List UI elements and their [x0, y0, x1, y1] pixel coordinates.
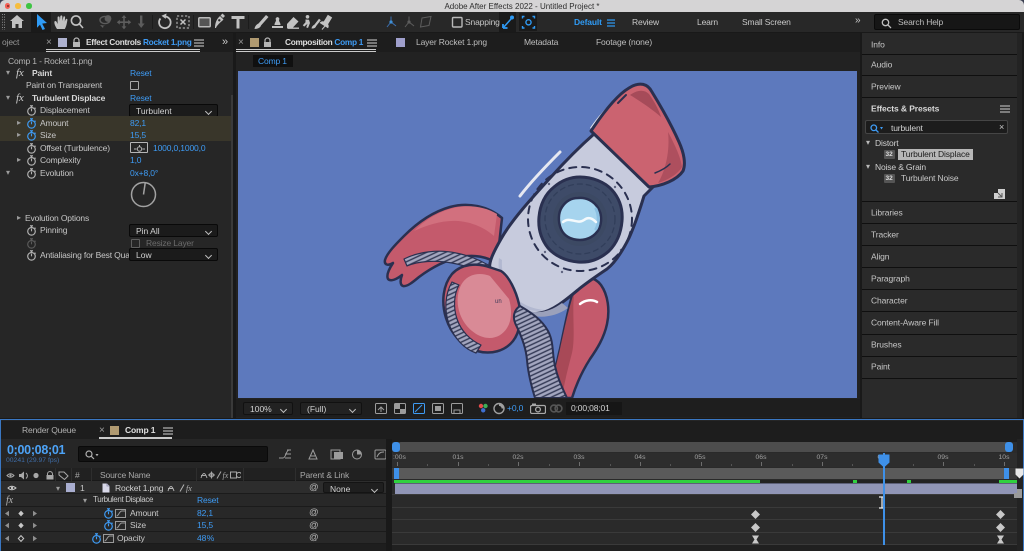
svg-text:fx: fx	[223, 471, 229, 480]
svg-text:fx: fx	[186, 484, 192, 493]
svg-text:uh: uh	[495, 299, 502, 305]
